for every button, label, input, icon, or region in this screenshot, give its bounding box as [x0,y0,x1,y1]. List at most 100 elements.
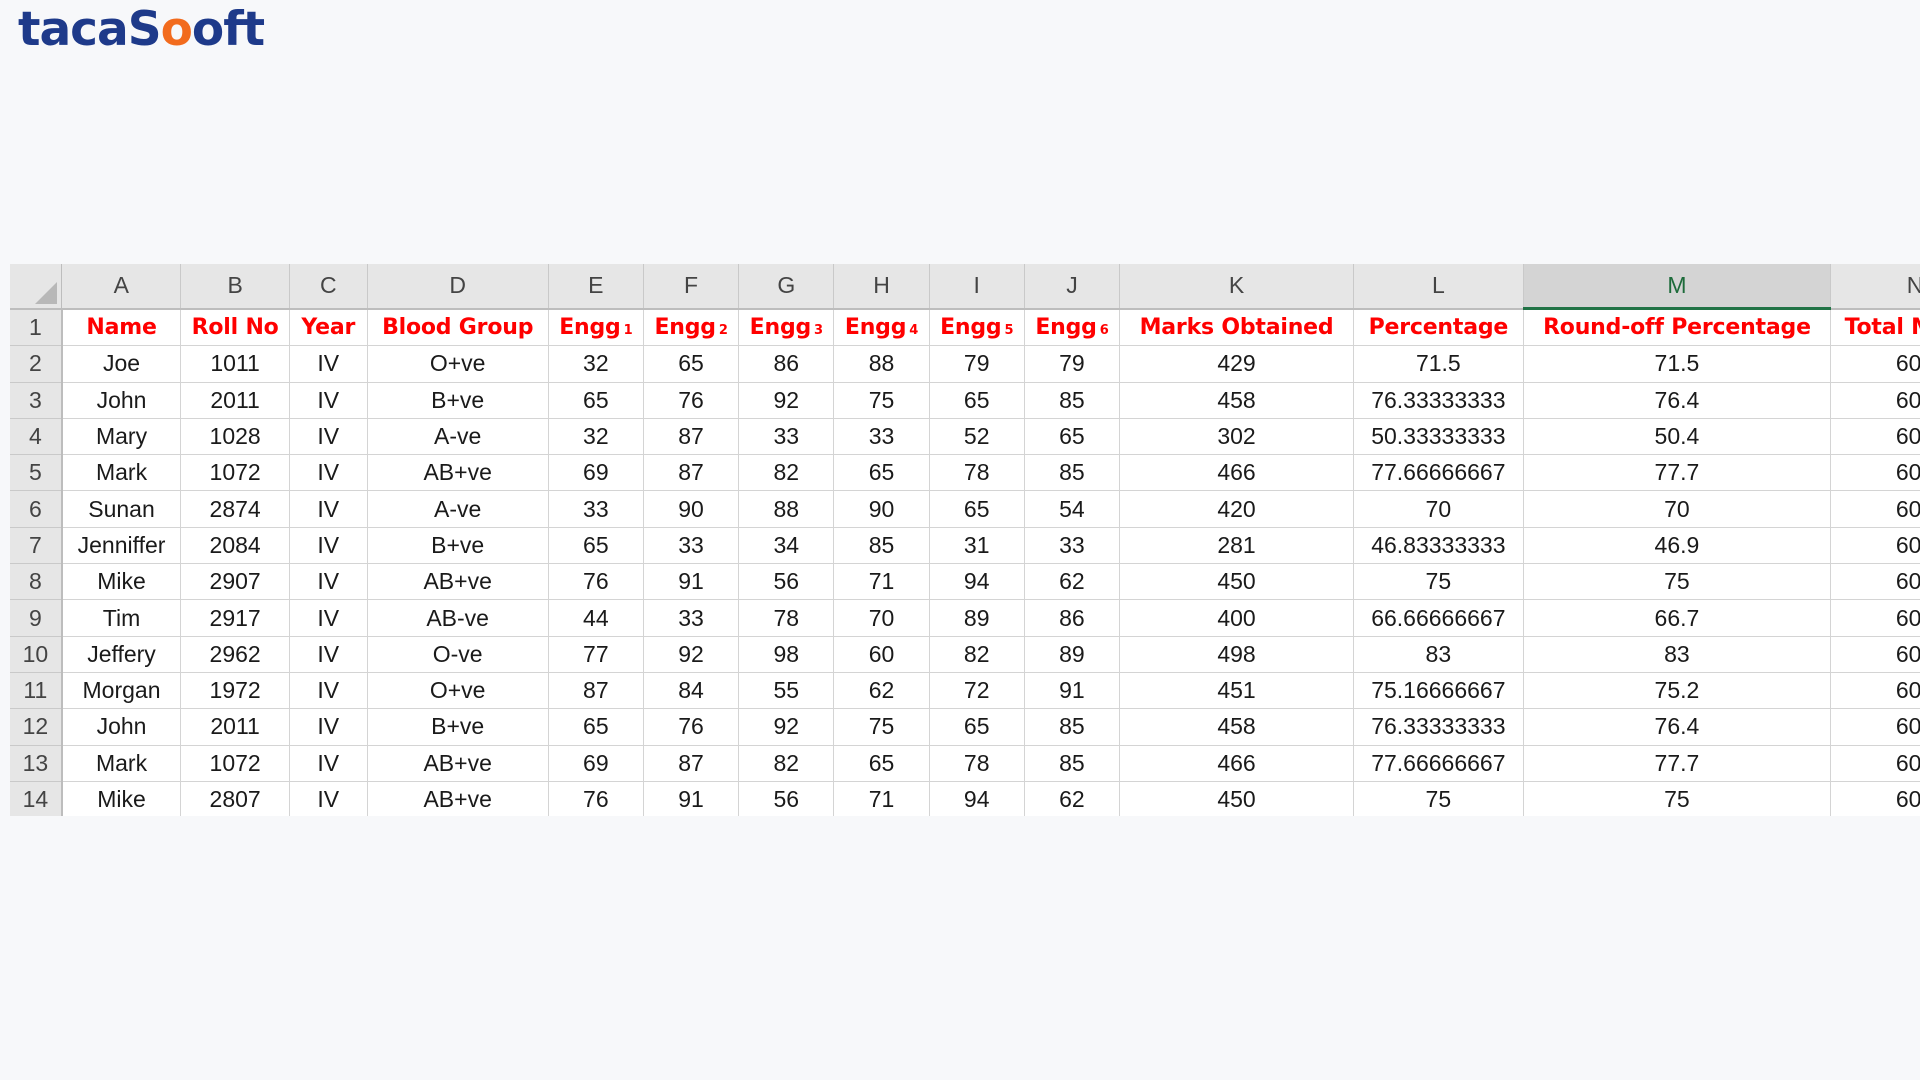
row-header-2[interactable]: 2 [10,345,63,383]
header-cell-c[interactable]: Year [289,308,368,347]
cell-i8[interactable]: 94 [929,563,1025,601]
cell-d13[interactable]: AB+ve [367,745,549,782]
cell-k4[interactable]: 302 [1119,418,1354,456]
cell-k7[interactable]: 281 [1119,527,1354,565]
cell-c14[interactable]: IV [289,781,368,816]
cell-h6[interactable]: 90 [833,490,930,528]
column-header-j[interactable]: J [1024,264,1121,310]
cell-m6[interactable]: 70 [1523,490,1832,528]
row-header-12[interactable]: 12 [10,708,63,746]
cell-a6[interactable]: Sunan [61,490,182,528]
cell-i3[interactable]: 65 [929,382,1025,419]
cell-a9[interactable]: Tim [61,599,182,637]
cell-j6[interactable]: 54 [1024,490,1121,528]
cell-b2[interactable]: 1011 [180,345,290,383]
cell-l5[interactable]: 77.66666667 [1353,454,1524,492]
cell-f8[interactable]: 91 [643,563,740,601]
cell-f12[interactable]: 76 [643,708,740,746]
row-header-6[interactable]: 6 [10,490,63,528]
column-header-i[interactable]: I [929,264,1025,310]
cell-f14[interactable]: 91 [643,781,740,816]
cell-b7[interactable]: 2084 [180,527,290,565]
row-header-11[interactable]: 11 [10,672,63,710]
cell-c11[interactable]: IV [289,672,368,710]
cell-i9[interactable]: 89 [929,599,1025,637]
cell-g2[interactable]: 86 [738,345,835,383]
cell-f13[interactable]: 87 [643,745,740,782]
row-header-10[interactable]: 10 [10,636,63,673]
cell-l6[interactable]: 70 [1353,490,1524,528]
cell-i7[interactable]: 31 [929,527,1025,565]
column-header-e[interactable]: E [548,264,644,310]
cell-c3[interactable]: IV [289,382,368,419]
cell-e3[interactable]: 65 [548,382,644,419]
cell-c9[interactable]: IV [289,599,368,637]
cell-n8[interactable]: 600 [1830,563,1920,601]
cell-n11[interactable]: 600 [1830,672,1920,710]
cell-h4[interactable]: 33 [833,418,930,456]
cell-b12[interactable]: 2011 [180,708,290,746]
row-header-1[interactable]: 1 [10,308,63,347]
row-header-8[interactable]: 8 [10,563,63,601]
cell-g10[interactable]: 98 [738,636,835,673]
cell-k11[interactable]: 451 [1119,672,1354,710]
cell-a2[interactable]: Joe [61,345,182,383]
cell-j7[interactable]: 33 [1024,527,1121,565]
cell-b14[interactable]: 2807 [180,781,290,816]
cell-n10[interactable]: 600 [1830,636,1920,673]
cell-m5[interactable]: 77.7 [1523,454,1832,492]
cell-m11[interactable]: 75.2 [1523,672,1832,710]
cell-l11[interactable]: 75.16666667 [1353,672,1524,710]
cell-e7[interactable]: 65 [548,527,644,565]
cell-b11[interactable]: 1972 [180,672,290,710]
cell-d11[interactable]: O+ve [367,672,549,710]
cell-l8[interactable]: 75 [1353,563,1524,601]
cell-c4[interactable]: IV [289,418,368,456]
cell-n4[interactable]: 600 [1830,418,1920,456]
cell-e6[interactable]: 33 [548,490,644,528]
cell-k3[interactable]: 458 [1119,382,1354,419]
cell-h5[interactable]: 65 [833,454,930,492]
cell-d7[interactable]: B+ve [367,527,549,565]
cell-k13[interactable]: 466 [1119,745,1354,782]
cell-f9[interactable]: 33 [643,599,740,637]
cell-a11[interactable]: Morgan [61,672,182,710]
cell-e2[interactable]: 32 [548,345,644,383]
cell-f10[interactable]: 92 [643,636,740,673]
cell-a7[interactable]: Jenniffer [61,527,182,565]
cell-c13[interactable]: IV [289,745,368,782]
cell-b4[interactable]: 1028 [180,418,290,456]
cell-c8[interactable]: IV [289,563,368,601]
cell-i4[interactable]: 52 [929,418,1025,456]
cell-a5[interactable]: Mark [61,454,182,492]
header-cell-e[interactable]: Engg 1 [548,308,644,347]
cell-h11[interactable]: 62 [833,672,930,710]
cell-d9[interactable]: AB-ve [367,599,549,637]
cell-j9[interactable]: 86 [1024,599,1121,637]
cell-c2[interactable]: IV [289,345,368,383]
cell-l7[interactable]: 46.83333333 [1353,527,1524,565]
cell-h14[interactable]: 71 [833,781,930,816]
cell-m4[interactable]: 50.4 [1523,418,1832,456]
cell-n12[interactable]: 600 [1830,708,1920,746]
cell-f5[interactable]: 87 [643,454,740,492]
cell-a8[interactable]: Mike [61,563,182,601]
row-header-13[interactable]: 13 [10,745,63,782]
cell-i6[interactable]: 65 [929,490,1025,528]
cell-k8[interactable]: 450 [1119,563,1354,601]
cell-i10[interactable]: 82 [929,636,1025,673]
cell-j3[interactable]: 85 [1024,382,1121,419]
cell-j12[interactable]: 85 [1024,708,1121,746]
cell-e4[interactable]: 32 [548,418,644,456]
cell-g14[interactable]: 56 [738,781,835,816]
row-header-9[interactable]: 9 [10,599,63,637]
spreadsheet-grid[interactable]: ABCDEFGHIJKLMN 1 Name Roll No Year Blood Gro… [10,264,1920,816]
cell-f6[interactable]: 90 [643,490,740,528]
cell-g11[interactable]: 55 [738,672,835,710]
cell-m8[interactable]: 75 [1523,563,1832,601]
cell-h9[interactable]: 70 [833,599,930,637]
cell-h8[interactable]: 71 [833,563,930,601]
cell-m14[interactable]: 75 [1523,781,1832,816]
cell-n9[interactable]: 600 [1830,599,1920,637]
cell-b9[interactable]: 2917 [180,599,290,637]
